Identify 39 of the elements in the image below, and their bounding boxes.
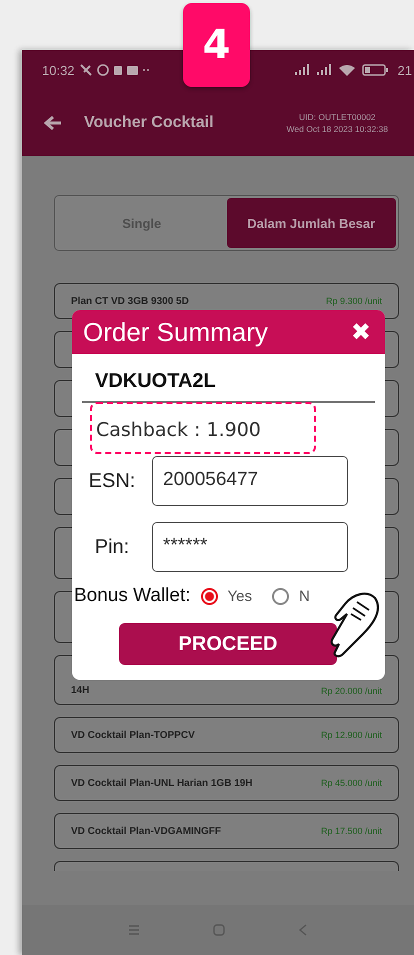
product-name: VD Cocktail Plan-TOPPCV bbox=[71, 730, 195, 740]
radio-label: Yes bbox=[228, 588, 252, 604]
step-badge: 4 bbox=[183, 3, 250, 87]
product-row[interactable] bbox=[54, 861, 399, 871]
product-price: Rp 17.500 /unit bbox=[320, 826, 382, 836]
product-name: VD Cocktail Plan-UNL Harian 1GB 19H bbox=[71, 778, 253, 788]
product-row[interactable]: VD Cocktail Plan-VDGAMINGFF Rp 17.500 /unit bbox=[54, 813, 399, 849]
radio-button[interactable] bbox=[272, 588, 289, 604]
product-name: Plan CT VD 3GB 9300 5D bbox=[71, 296, 189, 306]
field-label: ESN: bbox=[88, 470, 136, 492]
product-code: VDKUOTA2L bbox=[82, 354, 375, 403]
mode-tab[interactable]: Dalam Jumlah Besar bbox=[226, 198, 396, 248]
input-field[interactable]: 200056477 bbox=[152, 456, 348, 506]
circle-icon bbox=[96, 64, 109, 76]
status-time: 10:32 bbox=[42, 62, 75, 78]
message-icon bbox=[126, 66, 138, 74]
product-name: VD Cocktail Plan-VDGAMINGFF bbox=[71, 826, 222, 836]
cashback-text: Cashback : 1.900 bbox=[96, 419, 261, 441]
dialog-title: Order Summary bbox=[83, 316, 268, 348]
battery-level: 21 bbox=[398, 62, 412, 78]
product-row[interactable]: VD Cocktail Plan-TOPPCV Rp 12.900 /unit bbox=[54, 717, 399, 753]
product-name: 14H bbox=[71, 685, 90, 696]
close-button[interactable]: ✖ bbox=[346, 318, 375, 346]
radio-label: N bbox=[299, 588, 310, 604]
product-price: Rp 12.900 /unit bbox=[320, 730, 382, 740]
back-arrow-icon[interactable] bbox=[44, 115, 62, 131]
proceed-button[interactable]: PROCEED bbox=[119, 623, 337, 665]
product-price: Rp 45.000 /unit bbox=[320, 778, 382, 788]
header-datetime: Wed Oct 18 2023 10:32:38 bbox=[286, 124, 388, 134]
product-row[interactable]: VD Cocktail Plan-UNL Harian 1GB 19H Rp 45.000 /unit bbox=[54, 765, 399, 801]
outlet-uid: UID: OUTLET00002 bbox=[299, 112, 376, 122]
input-field[interactable]: ****** bbox=[152, 522, 348, 572]
field-label: Pin: bbox=[94, 536, 130, 558]
bonus-wallet-label: Bonus Wallet: bbox=[74, 585, 191, 607]
clipboard-icon bbox=[114, 66, 122, 74]
product-price: Rp 9.300 /unit bbox=[326, 296, 382, 306]
product-price: Rp 20.000 /unit bbox=[320, 686, 382, 696]
screen-title: Voucher Cocktail bbox=[84, 114, 215, 132]
radio-button[interactable] bbox=[200, 588, 218, 604]
